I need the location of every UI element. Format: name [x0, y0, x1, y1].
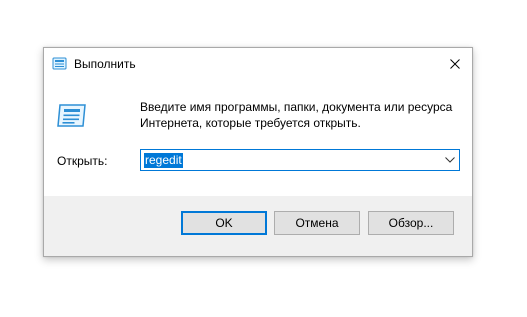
description-line-1: Введите имя программы, папки, документа … — [140, 100, 453, 114]
close-button[interactable] — [438, 48, 472, 80]
run-icon — [56, 102, 88, 130]
dialog-content: Введите имя программы, папки, документа … — [44, 80, 472, 196]
dropdown-button[interactable] — [441, 150, 459, 170]
cancel-button[interactable]: Отмена — [274, 211, 360, 235]
run-dialog: Выполнить Введите имя программы, папки, … — [43, 47, 473, 257]
close-icon — [450, 59, 460, 69]
open-label: Открыть: — [57, 154, 108, 168]
title-bar[interactable]: Выполнить — [44, 48, 472, 80]
run-icon — [52, 57, 68, 71]
open-combobox[interactable]: regedit — [140, 149, 460, 171]
chevron-down-icon — [445, 157, 455, 163]
screen: Выполнить Введите имя программы, папки, … — [0, 0, 527, 317]
open-input-value[interactable]: regedit — [144, 153, 183, 168]
description-text: Введите имя программы, папки, документа … — [140, 99, 460, 131]
ok-button[interactable]: OK — [181, 211, 267, 235]
window-title: Выполнить — [74, 57, 136, 71]
browse-button[interactable]: Обзор... — [368, 211, 454, 235]
description-line-2: Интернета, которые требуется открыть. — [140, 116, 361, 130]
